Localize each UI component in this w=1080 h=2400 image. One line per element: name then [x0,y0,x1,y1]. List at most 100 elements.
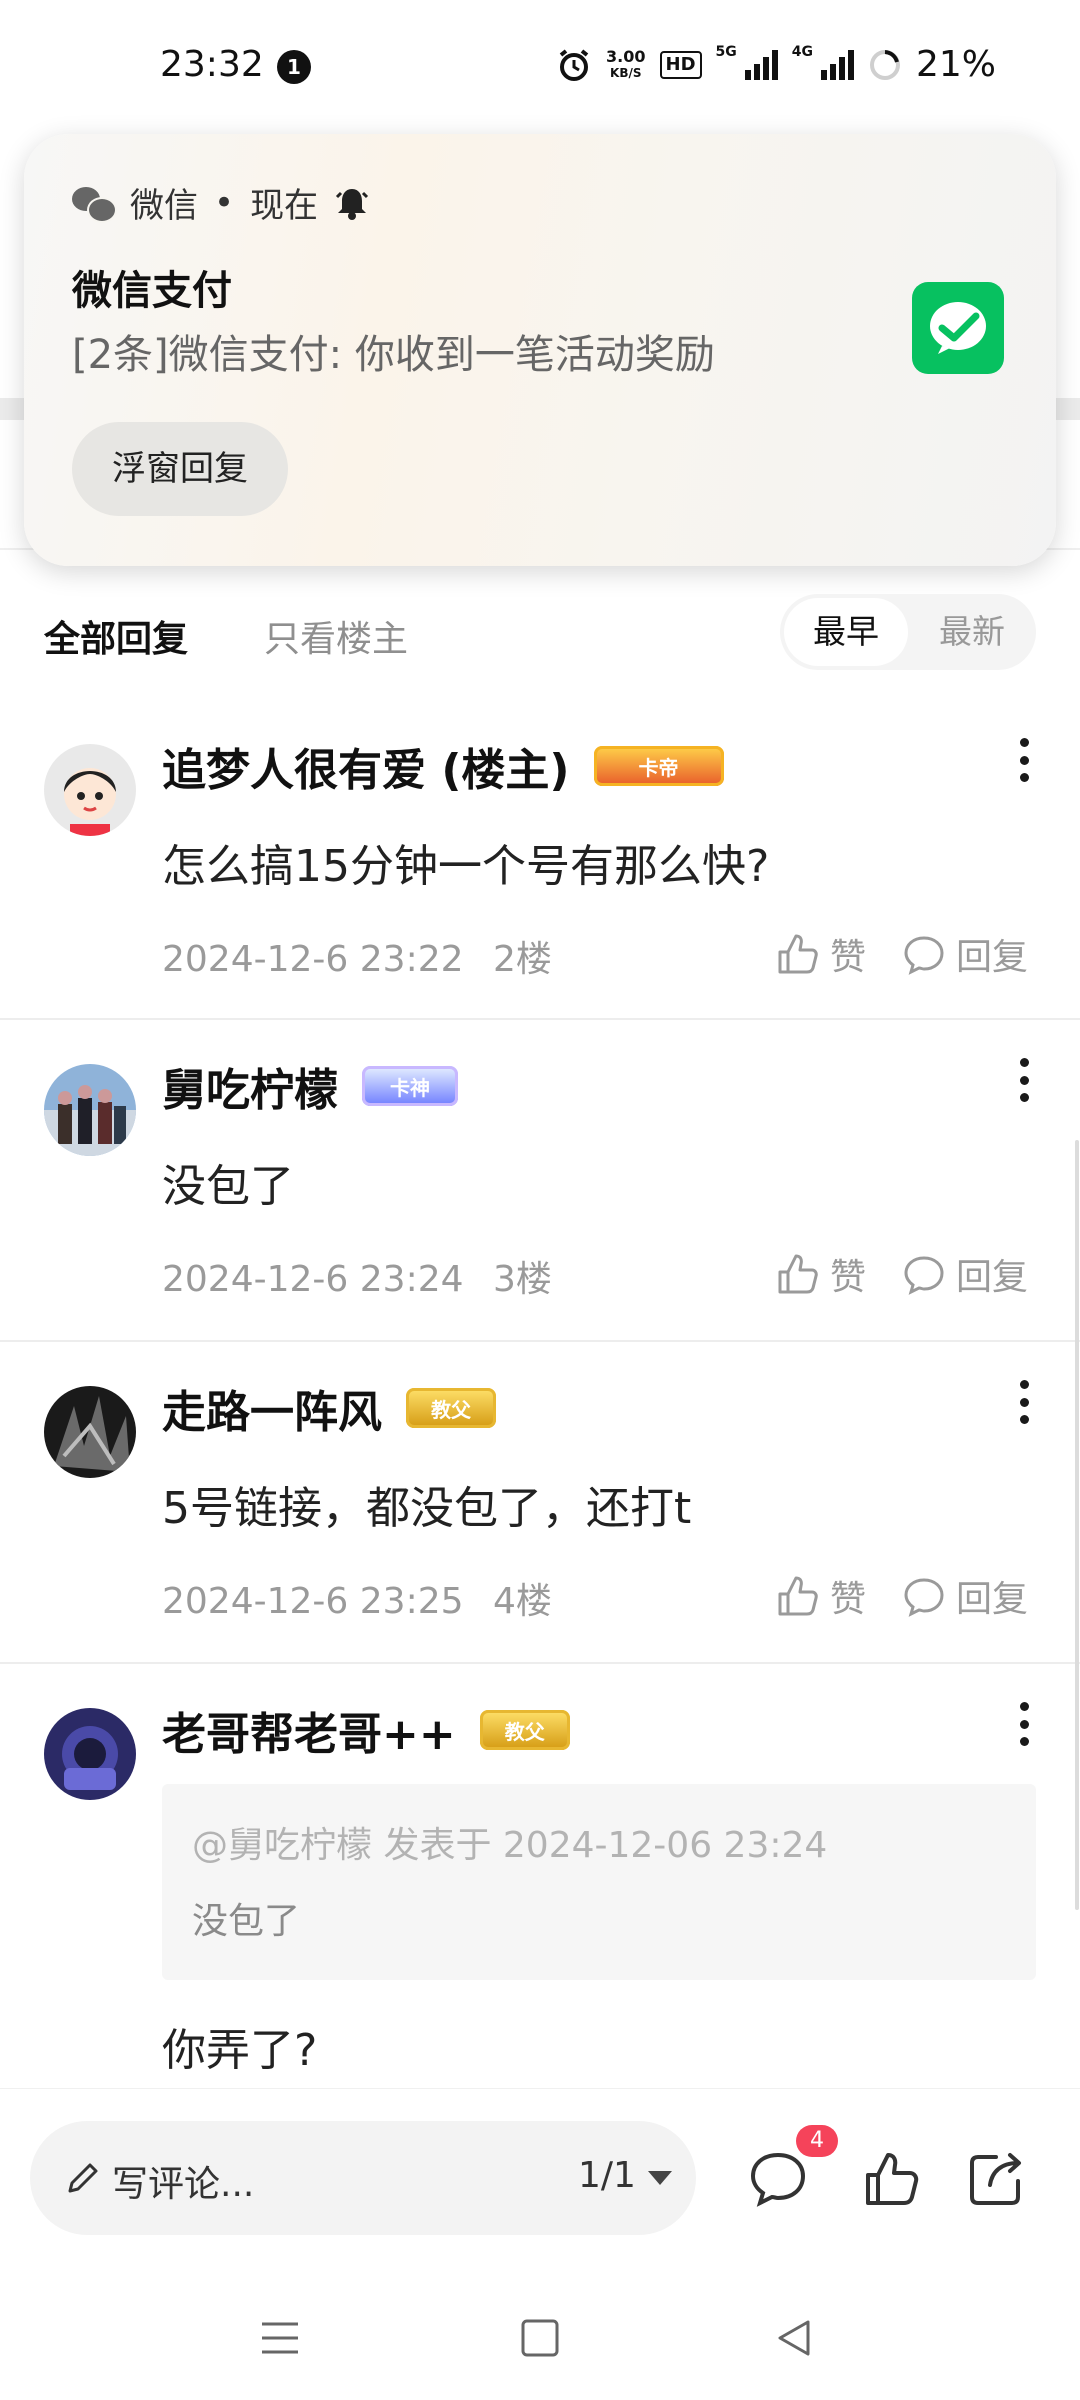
more-options-icon[interactable] [1018,1058,1030,1102]
floor-number: 2楼 [492,939,552,980]
comment-text: 5号链接，都没包了，还打t [162,1483,692,1534]
username[interactable]: 追梦人很有爱 (楼主) [162,734,570,798]
comment-item: 舅吃柠檬 卡神 没包了 2024-12-6 23:24 3楼 赞 回复 [0,1040,1080,1340]
wechat-pay-icon [912,282,1004,374]
system-nav-bar [0,2268,1080,2400]
comment-bubble-icon [904,936,944,975]
divider [0,1018,1080,1020]
reply-label: 回复 [956,1257,1029,1298]
like-label: 赞 [830,1257,867,1298]
pen-icon [68,2163,98,2193]
avatar[interactable] [44,1386,136,1478]
avatar[interactable] [44,744,136,836]
comment-item: 追梦人很有爱 (楼主) 卡帝 怎么搞15分钟一个号有那么快? 2024-12-6… [0,720,1080,1020]
avatar[interactable] [44,1064,136,1156]
sort-toggle: 最早 最新 [780,594,1036,670]
write-comment-placeholder: 写评论... [112,2164,255,2205]
status-bar: 23:32 1 3.00 KB/S HD 5G 4G 21% [0,0,1080,135]
level-badge: 教父 [479,1710,570,1750]
username-row: 老哥帮老哥++ 教父 [162,1698,570,1762]
notification-header: 微信 • 现在 [72,178,370,227]
bell-icon [336,188,369,220]
comment-item: 老哥帮老哥++ 教父 @舅吃柠檬 发表于 2024-12-06 23:24 没包… [0,1684,1080,2084]
wechat-icon [72,185,117,223]
share-icon[interactable] [966,2149,1026,2209]
net-speed: 3.00 KB/S [606,48,645,81]
triangle-back-icon[interactable] [772,2316,816,2360]
comment-meta: 2024-12-6 23:22 2楼 [162,930,552,982]
username-row: 舅吃柠檬 卡神 [162,1054,458,1118]
scrollbar[interactable] [1075,1140,1079,1910]
notification-time: 现在 [250,186,319,226]
write-comment-input[interactable]: 写评论... 1/1 [30,2121,696,2235]
comment-datetime: 2024-12-6 23:25 [162,1581,464,1622]
chevron-down-icon[interactable] [648,2171,672,2185]
square-home-icon[interactable] [518,2316,562,2360]
float-reply-button[interactable]: 浮窗回复 [72,422,288,516]
signal-4g-icon [820,49,854,80]
level-badge: 卡帝 [593,746,724,786]
more-options-icon[interactable] [1018,738,1030,782]
reply-label: 回复 [956,937,1029,978]
floor-number: 3楼 [492,1259,552,1300]
alarm-icon [559,48,589,81]
thumb-up-icon [778,1576,818,1616]
reply-button[interactable]: 回复 [902,928,1028,980]
network-5g-label: 5G [715,44,737,60]
like-button[interactable]: 赞 [776,928,866,980]
notification-body: [2条]微信支付: 你收到一笔活动奖励 [72,332,715,378]
bottom-action-bar: 写评论... 1/1 4 [0,2088,1080,2268]
like-label: 赞 [830,937,867,978]
battery-ring-icon [869,49,900,80]
notification-app-name: 微信 [130,186,198,226]
like-label: 赞 [830,1579,867,1620]
divider [0,1662,1080,1664]
sort-earliest-button[interactable]: 最早 [784,598,908,666]
avatar[interactable] [44,1708,136,1800]
quote-text: 没包了 [192,1901,301,1942]
comment-item: 走路一阵风 教父 5号链接，都没包了，还打t 2024-12-6 23:25 4… [0,1362,1080,1662]
username[interactable]: 舅吃柠檬 [162,1054,338,1118]
level-badge: 卡神 [362,1066,458,1106]
sort-latest-button[interactable]: 最新 [910,598,1034,666]
menu-icon[interactable] [258,2316,302,2360]
username-row: 走路一阵风 教父 [162,1376,496,1440]
signal-5g-icon [744,49,778,80]
more-options-icon[interactable] [1018,1380,1030,1424]
speech-bubble-icon[interactable] [748,2149,808,2209]
hd-voice-icon: HD [659,50,702,79]
net-speed-unit: KB/S [610,65,642,80]
status-icons: 3.00 KB/S HD 5G 4G 21% [556,44,996,85]
like-button[interactable]: 赞 [776,1570,866,1622]
thumb-up-icon [778,934,818,974]
divider [0,1340,1080,1342]
comment-meta: 2024-12-6 23:25 4楼 [162,1572,552,1624]
like-button[interactable]: 赞 [776,1248,866,1300]
quote-reference: @舅吃柠檬 发表于 2024-12-06 23:24 [192,1825,828,1866]
comment-datetime: 2024-12-6 23:24 [162,1259,464,1300]
comment-bubble-icon [904,1256,944,1295]
comment-bubble-icon [904,1578,944,1617]
notification-count-badge: 1 [277,50,311,84]
wechat-notification-card[interactable]: 微信 • 现在 微信支付 [2条]微信支付: 你收到一笔活动奖励 浮窗回复 [24,134,1056,566]
floor-number: 4楼 [492,1581,552,1622]
comment-meta: 2024-12-6 23:24 3楼 [162,1250,552,1302]
more-options-icon[interactable] [1018,1702,1030,1746]
username[interactable]: 老哥帮老哥++ [162,1698,456,1762]
tab-all-replies[interactable]: 全部回复 [44,610,188,662]
quoted-reply[interactable]: @舅吃柠檬 发表于 2024-12-06 23:24 没包了 [162,1784,1036,1980]
level-badge: 教父 [406,1388,496,1428]
comment-datetime: 2024-12-6 23:22 [162,939,464,980]
comment-text: 你弄了? [162,2025,318,2076]
thumb-up-icon[interactable] [862,2149,922,2209]
comment-text: 怎么搞15分钟一个号有那么快? [162,841,770,892]
reply-button[interactable]: 回复 [902,1248,1028,1300]
thumb-up-icon [778,1254,818,1294]
notification-title: 微信支付 [72,268,232,314]
network-4g-label: 4G [791,44,813,60]
page-indicator[interactable]: 1/1 [578,2155,636,2196]
battery-percent: 21% [915,44,996,85]
tab-only-op[interactable]: 只看楼主 [264,610,408,662]
username[interactable]: 走路一阵风 [162,1376,382,1440]
reply-button[interactable]: 回复 [902,1570,1028,1622]
